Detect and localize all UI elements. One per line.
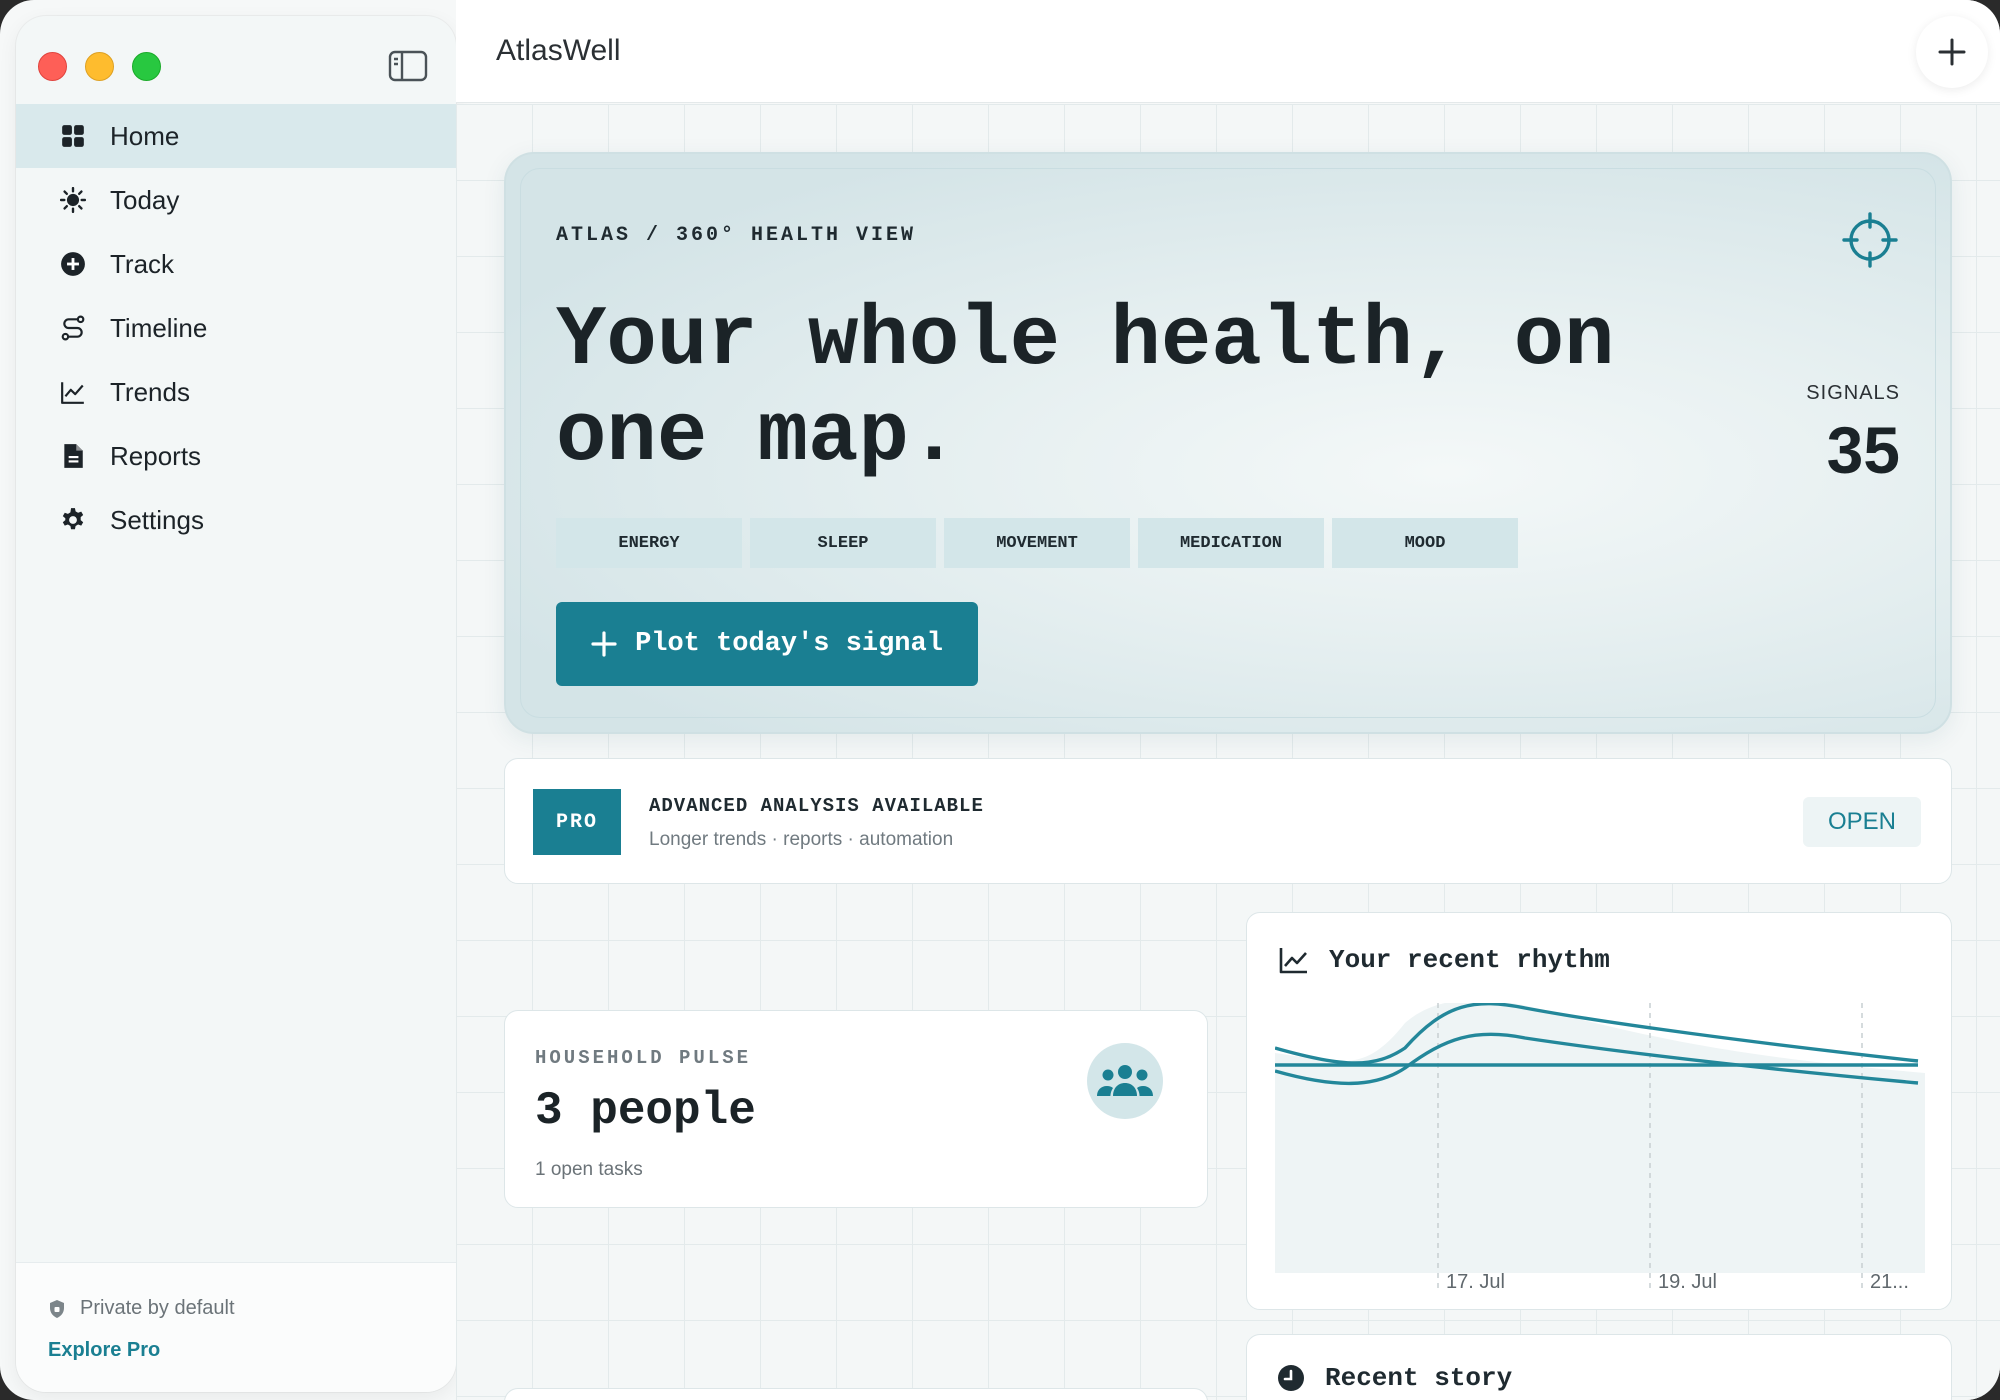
hero-card: ATLAS / 360° HEALTH VIEW Your whole heal… xyxy=(504,152,1952,734)
app-title: AtlasWell xyxy=(496,34,621,67)
crosshair-icon[interactable] xyxy=(1842,212,1898,268)
sidebar-item-reports[interactable]: Reports xyxy=(16,424,456,488)
sidebar-item-label: Settings xyxy=(110,504,204,535)
x-tick-label: 21... xyxy=(1870,1271,1909,1293)
sidebar-item-today[interactable]: Today xyxy=(16,168,456,232)
chip-sleep[interactable]: SLEEP xyxy=(750,518,936,568)
grid-icon xyxy=(60,123,86,149)
pro-subtitle: Longer trends · reports · automation xyxy=(649,829,954,850)
chart-area-fill xyxy=(1275,1003,1925,1273)
rhythm-title: Your recent rhythm xyxy=(1329,945,1610,975)
route-icon xyxy=(60,315,86,341)
sidebar-item-label: Trends xyxy=(110,376,190,407)
signals-label: SIGNALS xyxy=(1806,382,1900,404)
sidebar-footer: Private by default Explore Pro xyxy=(16,1262,456,1392)
x-tick-label: 17. Jul xyxy=(1446,1271,1505,1293)
sidebar-item-label: Track xyxy=(110,248,175,279)
rhythm-chart: 17. Jul 19. Jul 21... xyxy=(1275,1003,1925,1293)
plus-icon xyxy=(1938,38,1966,66)
sun-icon xyxy=(60,187,86,213)
line-chart-icon xyxy=(1279,948,1307,974)
pro-title: ADVANCED ANALYSIS AVAILABLE xyxy=(649,795,984,817)
close-window-button[interactable] xyxy=(38,52,67,81)
plot-signal-button[interactable]: Plot today's signal xyxy=(556,602,978,686)
sidebar-toggle-icon[interactable] xyxy=(388,50,428,82)
hero-eyebrow: ATLAS / 360° HEALTH VIEW xyxy=(556,224,917,247)
sidebar-item-settings[interactable]: Settings xyxy=(16,488,456,552)
plus-circle-icon xyxy=(60,251,86,277)
sidebar-item-label: Reports xyxy=(110,440,202,471)
privacy-note: Private by default xyxy=(48,1297,235,1320)
chip-mood[interactable]: MOOD xyxy=(1332,518,1518,568)
household-label: HOUSEHOLD PULSE xyxy=(535,1047,752,1069)
window-controls xyxy=(38,52,161,81)
recent-story-card: Recent story xyxy=(1246,1334,1952,1400)
sidebar-nav: Home Today Track Timeline Trends Reports… xyxy=(16,104,456,552)
household-tasks: 1 open tasks xyxy=(535,1159,643,1180)
open-pro-button[interactable]: OPEN xyxy=(1803,797,1921,847)
sidebar-item-timeline[interactable]: Timeline xyxy=(16,296,456,360)
pro-badge: PRO xyxy=(533,789,621,855)
gear-icon xyxy=(60,507,86,533)
top-bar: AtlasWell xyxy=(456,0,2000,103)
household-card[interactable]: HOUSEHOLD PULSE 3 people 1 open tasks xyxy=(504,1010,1208,1208)
sidebar-item-label: Today xyxy=(110,184,180,215)
zoom-window-button[interactable] xyxy=(132,52,161,81)
sidebar-item-track[interactable]: Track xyxy=(16,232,456,296)
plus-icon xyxy=(591,631,617,657)
shield-icon xyxy=(50,1299,64,1318)
document-icon xyxy=(60,443,86,469)
recent-story-title: Recent story xyxy=(1325,1363,1513,1393)
lower-card xyxy=(504,1388,1208,1400)
sidebar-item-home[interactable]: Home xyxy=(16,104,456,168)
minimize-window-button[interactable] xyxy=(85,52,114,81)
sidebar-item-label: Timeline xyxy=(110,312,208,343)
signals-count: 35 xyxy=(1826,413,1900,487)
app-window: Home Today Track Timeline Trends Reports… xyxy=(0,0,2000,1400)
rhythm-card: Your recent rhythm 17. Jul 19. Jul 21... xyxy=(1246,912,1952,1310)
people-icon xyxy=(1087,1043,1163,1119)
add-button[interactable] xyxy=(1916,16,1988,88)
line-chart-icon xyxy=(60,379,86,405)
hero-title: Your whole health, on one map. xyxy=(556,294,1615,485)
chip-medication[interactable]: MEDICATION xyxy=(1138,518,1324,568)
sidebar-item-label: Home xyxy=(110,120,180,151)
chip-movement[interactable]: MOVEMENT xyxy=(944,518,1130,568)
household-count: 3 people xyxy=(535,1085,756,1137)
recent-story-header: Recent story xyxy=(1277,1363,1512,1393)
main-content: ATLAS / 360° HEALTH VIEW Your whole heal… xyxy=(456,104,2000,1400)
pro-banner: PRO ADVANCED ANALYSIS AVAILABLE Longer t… xyxy=(504,758,1952,884)
sidebar-item-trends[interactable]: Trends xyxy=(16,360,456,424)
sidebar: Home Today Track Timeline Trends Reports… xyxy=(16,16,456,1392)
x-tick-label: 19. Jul xyxy=(1658,1271,1717,1293)
signal-chips: ENERGY SLEEP MOVEMENT MEDICATION MOOD xyxy=(556,518,1518,568)
chip-energy[interactable]: ENERGY xyxy=(556,518,742,568)
clock-icon xyxy=(1278,1365,1304,1391)
explore-pro-link[interactable]: Explore Pro xyxy=(48,1339,160,1362)
rhythm-header: Your recent rhythm xyxy=(1279,945,1610,975)
